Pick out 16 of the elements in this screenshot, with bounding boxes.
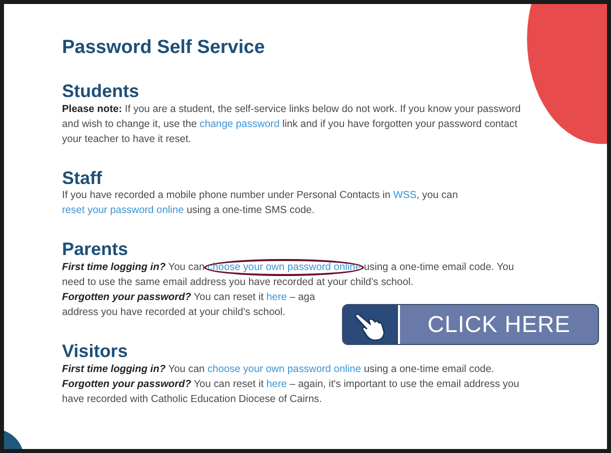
- text-link[interactable]: WSS: [393, 190, 417, 202]
- paragraph-text: First time logging in? You can choose your own password online using a one-time email code.: [62, 362, 496, 377]
- text-link[interactable]: reset your password online: [62, 205, 184, 216]
- section-heading: Visitors: [62, 342, 129, 362]
- paragraph-text: If you have recorded a mobile phone number under Personal Contacts in WSS, you can reset your password online using a one-time SMS code.: [62, 189, 459, 218]
- text-link[interactable]: here: [266, 378, 287, 390]
- section-heading: Staff: [62, 168, 103, 188]
- text-link[interactable]: here: [266, 292, 287, 304]
- section-heading: Parents: [62, 240, 130, 260]
- click-here-button[interactable]: CLICK HERE: [342, 304, 599, 345]
- paragraph-text: Forgotten your password? You can reset it here – again, it's important to use the email address you have recorded with Catholic Education Diocese of Cairns.: [62, 378, 520, 407]
- section-heading: Students: [62, 82, 140, 102]
- page-title: Password Self Service: [62, 37, 266, 60]
- text-link[interactable]: choose your own password online: [208, 364, 361, 375]
- text-link[interactable]: change password: [200, 118, 280, 130]
- paragraph-text: Please note: If you are a student, the self-service links below do not work. If you know your password and wish to change it, use the change password link and if you have forgotten your password contact your teacher to have it reset.: [62, 102, 522, 147]
